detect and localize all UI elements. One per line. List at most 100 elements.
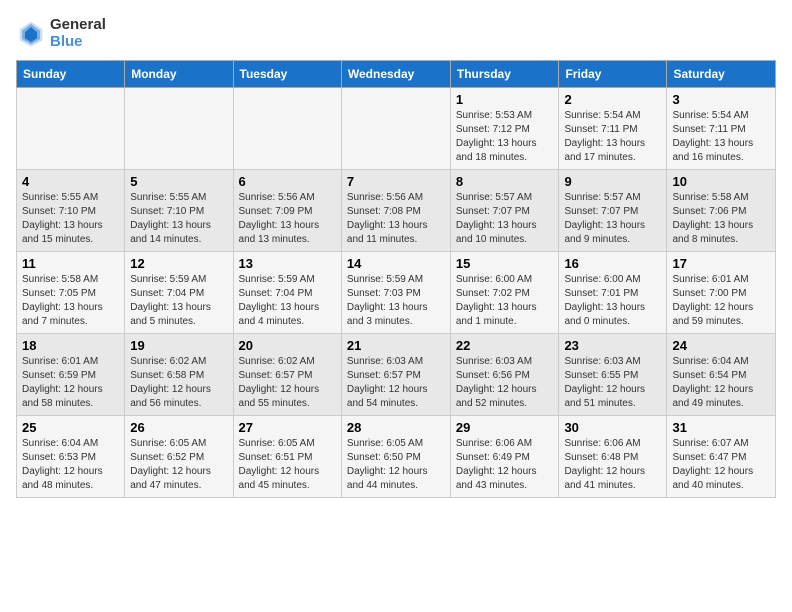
day-number: 1 bbox=[456, 92, 554, 107]
day-number: 3 bbox=[672, 92, 770, 107]
calendar-cell: 9 Sunrise: 5:57 AM Sunset: 7:07 PM Daylig… bbox=[559, 170, 667, 252]
col-header-friday: Friday bbox=[559, 61, 667, 88]
day-number: 18 bbox=[22, 338, 119, 353]
calendar-cell: 30 Sunrise: 6:06 AM Sunset: 6:48 PM Dayli… bbox=[559, 416, 667, 498]
day-number: 27 bbox=[239, 420, 336, 435]
day-number: 20 bbox=[239, 338, 336, 353]
day-info: Sunrise: 5:57 AM Sunset: 7:07 PM Dayligh… bbox=[564, 191, 661, 247]
calendar-cell: 5 Sunrise: 5:55 AM Sunset: 7:10 PM Daylig… bbox=[125, 170, 233, 252]
day-info: Sunrise: 6:01 AM Sunset: 6:59 PM Dayligh… bbox=[22, 355, 119, 411]
calendar-cell: 26 Sunrise: 6:05 AM Sunset: 6:52 PM Dayli… bbox=[125, 416, 233, 498]
day-info: Sunrise: 5:58 AM Sunset: 7:05 PM Dayligh… bbox=[22, 273, 119, 329]
day-info: Sunrise: 5:55 AM Sunset: 7:10 PM Dayligh… bbox=[130, 191, 227, 247]
day-number: 8 bbox=[456, 174, 554, 189]
calendar-cell: 6 Sunrise: 5:56 AM Sunset: 7:09 PM Daylig… bbox=[233, 170, 341, 252]
day-info: Sunrise: 6:05 AM Sunset: 6:51 PM Dayligh… bbox=[239, 437, 336, 493]
day-info: Sunrise: 6:03 AM Sunset: 6:56 PM Dayligh… bbox=[456, 355, 554, 411]
day-info: Sunrise: 6:05 AM Sunset: 6:50 PM Dayligh… bbox=[347, 437, 445, 493]
calendar-week-row: 18 Sunrise: 6:01 AM Sunset: 6:59 PM Dayli… bbox=[17, 334, 776, 416]
day-info: Sunrise: 6:04 AM Sunset: 6:54 PM Dayligh… bbox=[672, 355, 770, 411]
calendar-cell: 8 Sunrise: 5:57 AM Sunset: 7:07 PM Daylig… bbox=[450, 170, 559, 252]
calendar-cell: 11 Sunrise: 5:58 AM Sunset: 7:05 PM Dayli… bbox=[17, 252, 125, 334]
page-header: General Blue bbox=[16, 16, 776, 50]
day-number: 13 bbox=[239, 256, 336, 271]
day-number: 6 bbox=[239, 174, 336, 189]
day-number: 17 bbox=[672, 256, 770, 271]
col-header-sunday: Sunday bbox=[17, 61, 125, 88]
col-header-tuesday: Tuesday bbox=[233, 61, 341, 88]
day-number: 26 bbox=[130, 420, 227, 435]
calendar-week-row: 4 Sunrise: 5:55 AM Sunset: 7:10 PM Daylig… bbox=[17, 170, 776, 252]
calendar-cell: 2 Sunrise: 5:54 AM Sunset: 7:11 PM Daylig… bbox=[559, 88, 667, 170]
col-header-monday: Monday bbox=[125, 61, 233, 88]
calendar-cell bbox=[17, 88, 125, 170]
day-info: Sunrise: 6:06 AM Sunset: 6:48 PM Dayligh… bbox=[564, 437, 661, 493]
day-info: Sunrise: 6:00 AM Sunset: 7:02 PM Dayligh… bbox=[456, 273, 554, 329]
logo-icon bbox=[16, 18, 46, 48]
calendar-cell: 22 Sunrise: 6:03 AM Sunset: 6:56 PM Dayli… bbox=[450, 334, 559, 416]
calendar-cell: 16 Sunrise: 6:00 AM Sunset: 7:01 PM Dayli… bbox=[559, 252, 667, 334]
logo: General Blue bbox=[16, 16, 106, 50]
day-number: 16 bbox=[564, 256, 661, 271]
calendar-cell: 24 Sunrise: 6:04 AM Sunset: 6:54 PM Dayli… bbox=[667, 334, 776, 416]
day-number: 11 bbox=[22, 256, 119, 271]
day-info: Sunrise: 5:56 AM Sunset: 7:08 PM Dayligh… bbox=[347, 191, 445, 247]
day-info: Sunrise: 5:54 AM Sunset: 7:11 PM Dayligh… bbox=[672, 109, 770, 165]
calendar-cell: 27 Sunrise: 6:05 AM Sunset: 6:51 PM Dayli… bbox=[233, 416, 341, 498]
calendar-cell: 17Sunrise: 6:01 AM Sunset: 7:00 PM Dayli… bbox=[667, 252, 776, 334]
calendar-cell: 31Sunrise: 6:07 AM Sunset: 6:47 PM Dayli… bbox=[667, 416, 776, 498]
calendar-cell: 20Sunrise: 6:02 AM Sunset: 6:57 PM Dayli… bbox=[233, 334, 341, 416]
calendar-cell: 12 Sunrise: 5:59 AM Sunset: 7:04 PM Dayli… bbox=[125, 252, 233, 334]
day-number: 22 bbox=[456, 338, 554, 353]
col-header-saturday: Saturday bbox=[667, 61, 776, 88]
day-number: 2 bbox=[564, 92, 661, 107]
calendar-cell: 13 Sunrise: 5:59 AM Sunset: 7:04 PM Dayli… bbox=[233, 252, 341, 334]
day-info: Sunrise: 6:07 AM Sunset: 6:47 PM Dayligh… bbox=[672, 437, 770, 493]
calendar-cell bbox=[125, 88, 233, 170]
day-number: 24 bbox=[672, 338, 770, 353]
day-info: Sunrise: 5:56 AM Sunset: 7:09 PM Dayligh… bbox=[239, 191, 336, 247]
calendar-cell bbox=[341, 88, 450, 170]
calendar-cell: 10Sunrise: 5:58 AM Sunset: 7:06 PM Dayli… bbox=[667, 170, 776, 252]
calendar-week-row: 11 Sunrise: 5:58 AM Sunset: 7:05 PM Dayli… bbox=[17, 252, 776, 334]
day-info: Sunrise: 5:58 AM Sunset: 7:06 PM Dayligh… bbox=[672, 191, 770, 247]
calendar-week-row: 25Sunrise: 6:04 AM Sunset: 6:53 PM Dayli… bbox=[17, 416, 776, 498]
calendar-cell: 28 Sunrise: 6:05 AM Sunset: 6:50 PM Dayli… bbox=[341, 416, 450, 498]
day-info: Sunrise: 5:59 AM Sunset: 7:03 PM Dayligh… bbox=[347, 273, 445, 329]
calendar-cell: 25Sunrise: 6:04 AM Sunset: 6:53 PM Dayli… bbox=[17, 416, 125, 498]
calendar-cell: 4 Sunrise: 5:55 AM Sunset: 7:10 PM Daylig… bbox=[17, 170, 125, 252]
day-number: 14 bbox=[347, 256, 445, 271]
day-number: 28 bbox=[347, 420, 445, 435]
col-header-thursday: Thursday bbox=[450, 61, 559, 88]
day-number: 12 bbox=[130, 256, 227, 271]
calendar-cell: 15 Sunrise: 6:00 AM Sunset: 7:02 PM Dayli… bbox=[450, 252, 559, 334]
calendar-header-row: SundayMondayTuesdayWednesdayThursdayFrid… bbox=[17, 61, 776, 88]
day-number: 19 bbox=[130, 338, 227, 353]
day-info: Sunrise: 5:59 AM Sunset: 7:04 PM Dayligh… bbox=[130, 273, 227, 329]
calendar-cell: 21Sunrise: 6:03 AM Sunset: 6:57 PM Dayli… bbox=[341, 334, 450, 416]
calendar-week-row: 1 Sunrise: 5:53 AM Sunset: 7:12 PM Daylig… bbox=[17, 88, 776, 170]
calendar-cell: 19 Sunrise: 6:02 AM Sunset: 6:58 PM Dayli… bbox=[125, 334, 233, 416]
logo-text: General Blue bbox=[50, 16, 106, 50]
day-info: Sunrise: 5:55 AM Sunset: 7:10 PM Dayligh… bbox=[22, 191, 119, 247]
day-info: Sunrise: 5:57 AM Sunset: 7:07 PM Dayligh… bbox=[456, 191, 554, 247]
calendar-cell: 1 Sunrise: 5:53 AM Sunset: 7:12 PM Daylig… bbox=[450, 88, 559, 170]
day-info: Sunrise: 6:05 AM Sunset: 6:52 PM Dayligh… bbox=[130, 437, 227, 493]
calendar-cell: 29Sunrise: 6:06 AM Sunset: 6:49 PM Dayli… bbox=[450, 416, 559, 498]
day-info: Sunrise: 6:02 AM Sunset: 6:58 PM Dayligh… bbox=[130, 355, 227, 411]
col-header-wednesday: Wednesday bbox=[341, 61, 450, 88]
calendar-cell: 23Sunrise: 6:03 AM Sunset: 6:55 PM Dayli… bbox=[559, 334, 667, 416]
day-number: 4 bbox=[22, 174, 119, 189]
day-number: 15 bbox=[456, 256, 554, 271]
day-number: 30 bbox=[564, 420, 661, 435]
calendar-cell: 18 Sunrise: 6:01 AM Sunset: 6:59 PM Dayli… bbox=[17, 334, 125, 416]
day-info: Sunrise: 6:04 AM Sunset: 6:53 PM Dayligh… bbox=[22, 437, 119, 493]
day-info: Sunrise: 5:59 AM Sunset: 7:04 PM Dayligh… bbox=[239, 273, 336, 329]
day-info: Sunrise: 6:03 AM Sunset: 6:55 PM Dayligh… bbox=[564, 355, 661, 411]
day-info: Sunrise: 6:00 AM Sunset: 7:01 PM Dayligh… bbox=[564, 273, 661, 329]
day-number: 9 bbox=[564, 174, 661, 189]
day-number: 5 bbox=[130, 174, 227, 189]
calendar-cell: 7Sunrise: 5:56 AM Sunset: 7:08 PM Daylig… bbox=[341, 170, 450, 252]
day-info: Sunrise: 5:53 AM Sunset: 7:12 PM Dayligh… bbox=[456, 109, 554, 165]
day-info: Sunrise: 5:54 AM Sunset: 7:11 PM Dayligh… bbox=[564, 109, 661, 165]
